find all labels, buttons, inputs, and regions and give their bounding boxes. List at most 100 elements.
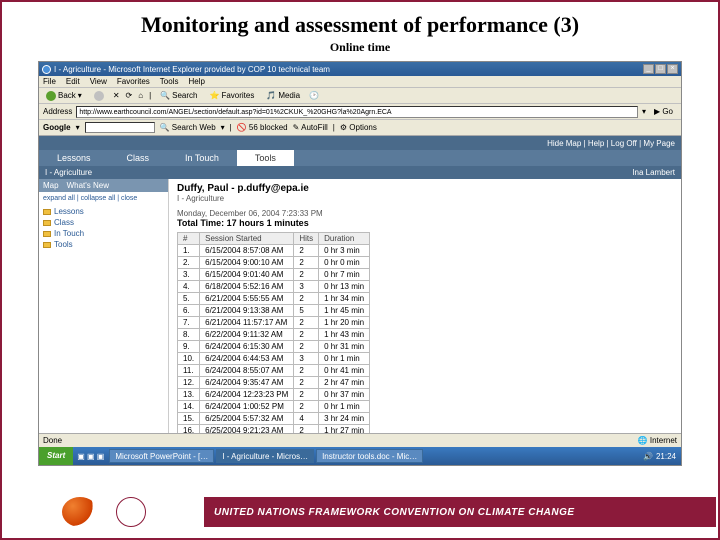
sidebar-item-intouch[interactable]: In Touch (43, 228, 164, 239)
breadcrumb-course: I - Agriculture (45, 168, 92, 177)
google-logo: Google (43, 123, 71, 132)
address-bar: Address http://www.earthcouncil.com/ANGE… (39, 104, 681, 120)
address-label: Address (43, 107, 72, 116)
autofill-button[interactable]: ✎ AutoFill (293, 123, 328, 132)
sidebar-item-class[interactable]: Class (43, 217, 164, 228)
slide-subtitle: Online time (2, 40, 718, 61)
tab-strip: Lessons Class In Touch Tools (39, 150, 681, 166)
course-name: I - Agriculture (177, 194, 673, 203)
top-nav: Hide Map | Help | Log Off | My Page (39, 136, 681, 150)
col-started: Session Started (200, 233, 294, 245)
quicklaunch[interactable]: ▣ ▣ ▣ (73, 452, 108, 461)
sessions-table: # Session Started Hits Duration 1.6/15/2… (177, 232, 370, 433)
sidebar-controls[interactable]: expand all | collapse all | close (43, 195, 164, 202)
menu-edit[interactable]: Edit (66, 77, 80, 86)
system-tray[interactable]: 🔊 21:24 (638, 452, 681, 461)
total-time: Total Time: 17 hours 1 minutes (177, 218, 673, 228)
table-row: 5.6/21/2004 5:55:55 AM21 hr 34 min (178, 293, 370, 305)
start-button[interactable]: Start (39, 447, 73, 465)
toolbar: Back ▾ ✕ ⟳ ⌂ | 🔍Search ⭐Favorites 🎵Media… (39, 88, 681, 104)
maximize-button[interactable]: □ (655, 64, 666, 74)
table-row: 9.6/24/2004 6:15:30 AM20 hr 31 min (178, 341, 370, 353)
table-row: 4.6/18/2004 5:52:16 AM30 hr 13 min (178, 281, 370, 293)
favorites-button[interactable]: ⭐Favorites (206, 91, 257, 100)
menu-view[interactable]: View (90, 77, 107, 86)
col-hits: Hits (294, 233, 319, 245)
tray-icon[interactable]: 🔊 (643, 452, 653, 461)
home-icon[interactable]: ⌂ (138, 91, 143, 100)
menu-tools[interactable]: Tools (160, 77, 179, 86)
forward-button[interactable] (91, 91, 107, 101)
minimize-button[interactable]: _ (643, 64, 654, 74)
taskbar: Start ▣ ▣ ▣ Microsoft PowerPoint - [… I … (39, 447, 681, 465)
address-input[interactable]: http://www.earthcouncil.com/ANGEL/sectio… (76, 106, 638, 118)
content-area: Map What's New expand all | collapse all… (39, 179, 681, 433)
status-text: Done (43, 436, 62, 445)
window-title: I - Agriculture - Microsoft Internet Exp… (54, 65, 330, 74)
table-row: 6.6/21/2004 9:13:38 AM51 hr 45 min (178, 305, 370, 317)
report-date: Monday, December 06, 2004 7:23:33 PM (177, 209, 673, 218)
table-row: 1.6/15/2004 8:57:08 AM20 hr 3 min (178, 245, 370, 257)
clock: 21:24 (656, 452, 676, 461)
search-button[interactable]: 🔍Search (157, 91, 200, 100)
ie-icon (42, 65, 51, 74)
taskbar-item-3[interactable]: Instructor tools.doc - Mic… (316, 449, 423, 463)
table-row: 16.6/25/2004 9:21:23 AM21 hr 27 min (178, 425, 370, 434)
user-name: Duffy, Paul - p.duffy@epa.ie (177, 183, 673, 194)
google-search-input[interactable] (85, 122, 155, 133)
breadcrumb-bar: I - Agriculture Ina Lambert (39, 166, 681, 179)
taskbar-item-2[interactable]: I - Agriculture - Micros… (216, 449, 314, 463)
sidebar-tab-whatsnew[interactable]: What's New (67, 181, 109, 190)
menu-file[interactable]: File (43, 77, 56, 86)
sidebar-tab-map[interactable]: Map (43, 181, 59, 190)
tab-lessons[interactable]: Lessons (39, 150, 109, 166)
table-row: 14.6/24/2004 1:00:52 PM20 hr 1 min (178, 401, 370, 413)
tab-in-touch[interactable]: In Touch (167, 150, 237, 166)
popup-blocked[interactable]: 🚫 56 blocked (237, 123, 288, 132)
menu-bar: File Edit View Favorites Tools Help (39, 76, 681, 88)
go-button[interactable]: ▶ Go (650, 107, 677, 116)
refresh-icon[interactable]: ⟳ (126, 91, 133, 100)
stop-icon[interactable]: ✕ (113, 91, 120, 100)
close-button[interactable]: × (667, 64, 678, 74)
footer-logos (4, 497, 204, 527)
un-logo-icon (116, 497, 146, 527)
table-row: 2.6/15/2004 9:00:10 AM20 hr 0 min (178, 257, 370, 269)
col-duration: Duration (319, 233, 370, 245)
folder-icon (43, 231, 51, 237)
footer-text: UNITED NATIONS FRAMEWORK CONVENTION ON C… (204, 497, 716, 527)
window-titlebar: I - Agriculture - Microsoft Internet Exp… (39, 62, 681, 76)
table-row: 11.6/24/2004 8:55:07 AM20 hr 41 min (178, 365, 370, 377)
history-icon[interactable]: 🕑 (309, 91, 319, 100)
google-toolbar: Google ▾ 🔍 Search Web ▾ | 🚫 56 blocked ✎… (39, 120, 681, 136)
tab-class[interactable]: Class (109, 150, 168, 166)
table-row: 3.6/15/2004 9:01:40 AM20 hr 7 min (178, 269, 370, 281)
top-nav-links[interactable]: Hide Map | Help | Log Off | My Page (547, 139, 675, 148)
sidebar: Map What's New expand all | collapse all… (39, 179, 169, 433)
slide-title: Monitoring and assessment of performance… (2, 2, 718, 40)
folder-icon (43, 242, 51, 248)
back-button[interactable]: Back ▾ (43, 91, 85, 101)
media-button[interactable]: 🎵Media (263, 91, 303, 100)
tab-tools[interactable]: Tools (237, 150, 294, 166)
sidebar-item-lessons[interactable]: Lessons (43, 206, 164, 217)
google-options[interactable]: ⚙ Options (340, 123, 377, 132)
folder-icon (43, 220, 51, 226)
slide-footer: UNITED NATIONS FRAMEWORK CONVENTION ON C… (4, 494, 716, 530)
table-row: 13.6/24/2004 12:23:23 PM20 hr 37 min (178, 389, 370, 401)
browser-window: I - Agriculture - Microsoft Internet Exp… (38, 61, 682, 466)
menu-favorites[interactable]: Favorites (117, 77, 150, 86)
taskbar-item-1[interactable]: Microsoft PowerPoint - [… (109, 449, 214, 463)
google-search-web[interactable]: 🔍 Search Web (160, 123, 216, 132)
breadcrumb-user: Ina Lambert (632, 168, 675, 177)
status-bar: Done 🌐 Internet (39, 433, 681, 447)
table-row: 8.6/22/2004 9:11:32 AM21 hr 43 min (178, 329, 370, 341)
col-num: # (178, 233, 200, 245)
sidebar-item-tools[interactable]: Tools (43, 239, 164, 250)
folder-icon (43, 209, 51, 215)
menu-help[interactable]: Help (188, 77, 204, 86)
unfccc-logo-icon (62, 497, 98, 527)
table-row: 7.6/21/2004 11:57:17 AM21 hr 20 min (178, 317, 370, 329)
table-row: 15.6/25/2004 5:57:32 AM43 hr 24 min (178, 413, 370, 425)
table-row: 10.6/24/2004 6:44:53 AM30 hr 1 min (178, 353, 370, 365)
